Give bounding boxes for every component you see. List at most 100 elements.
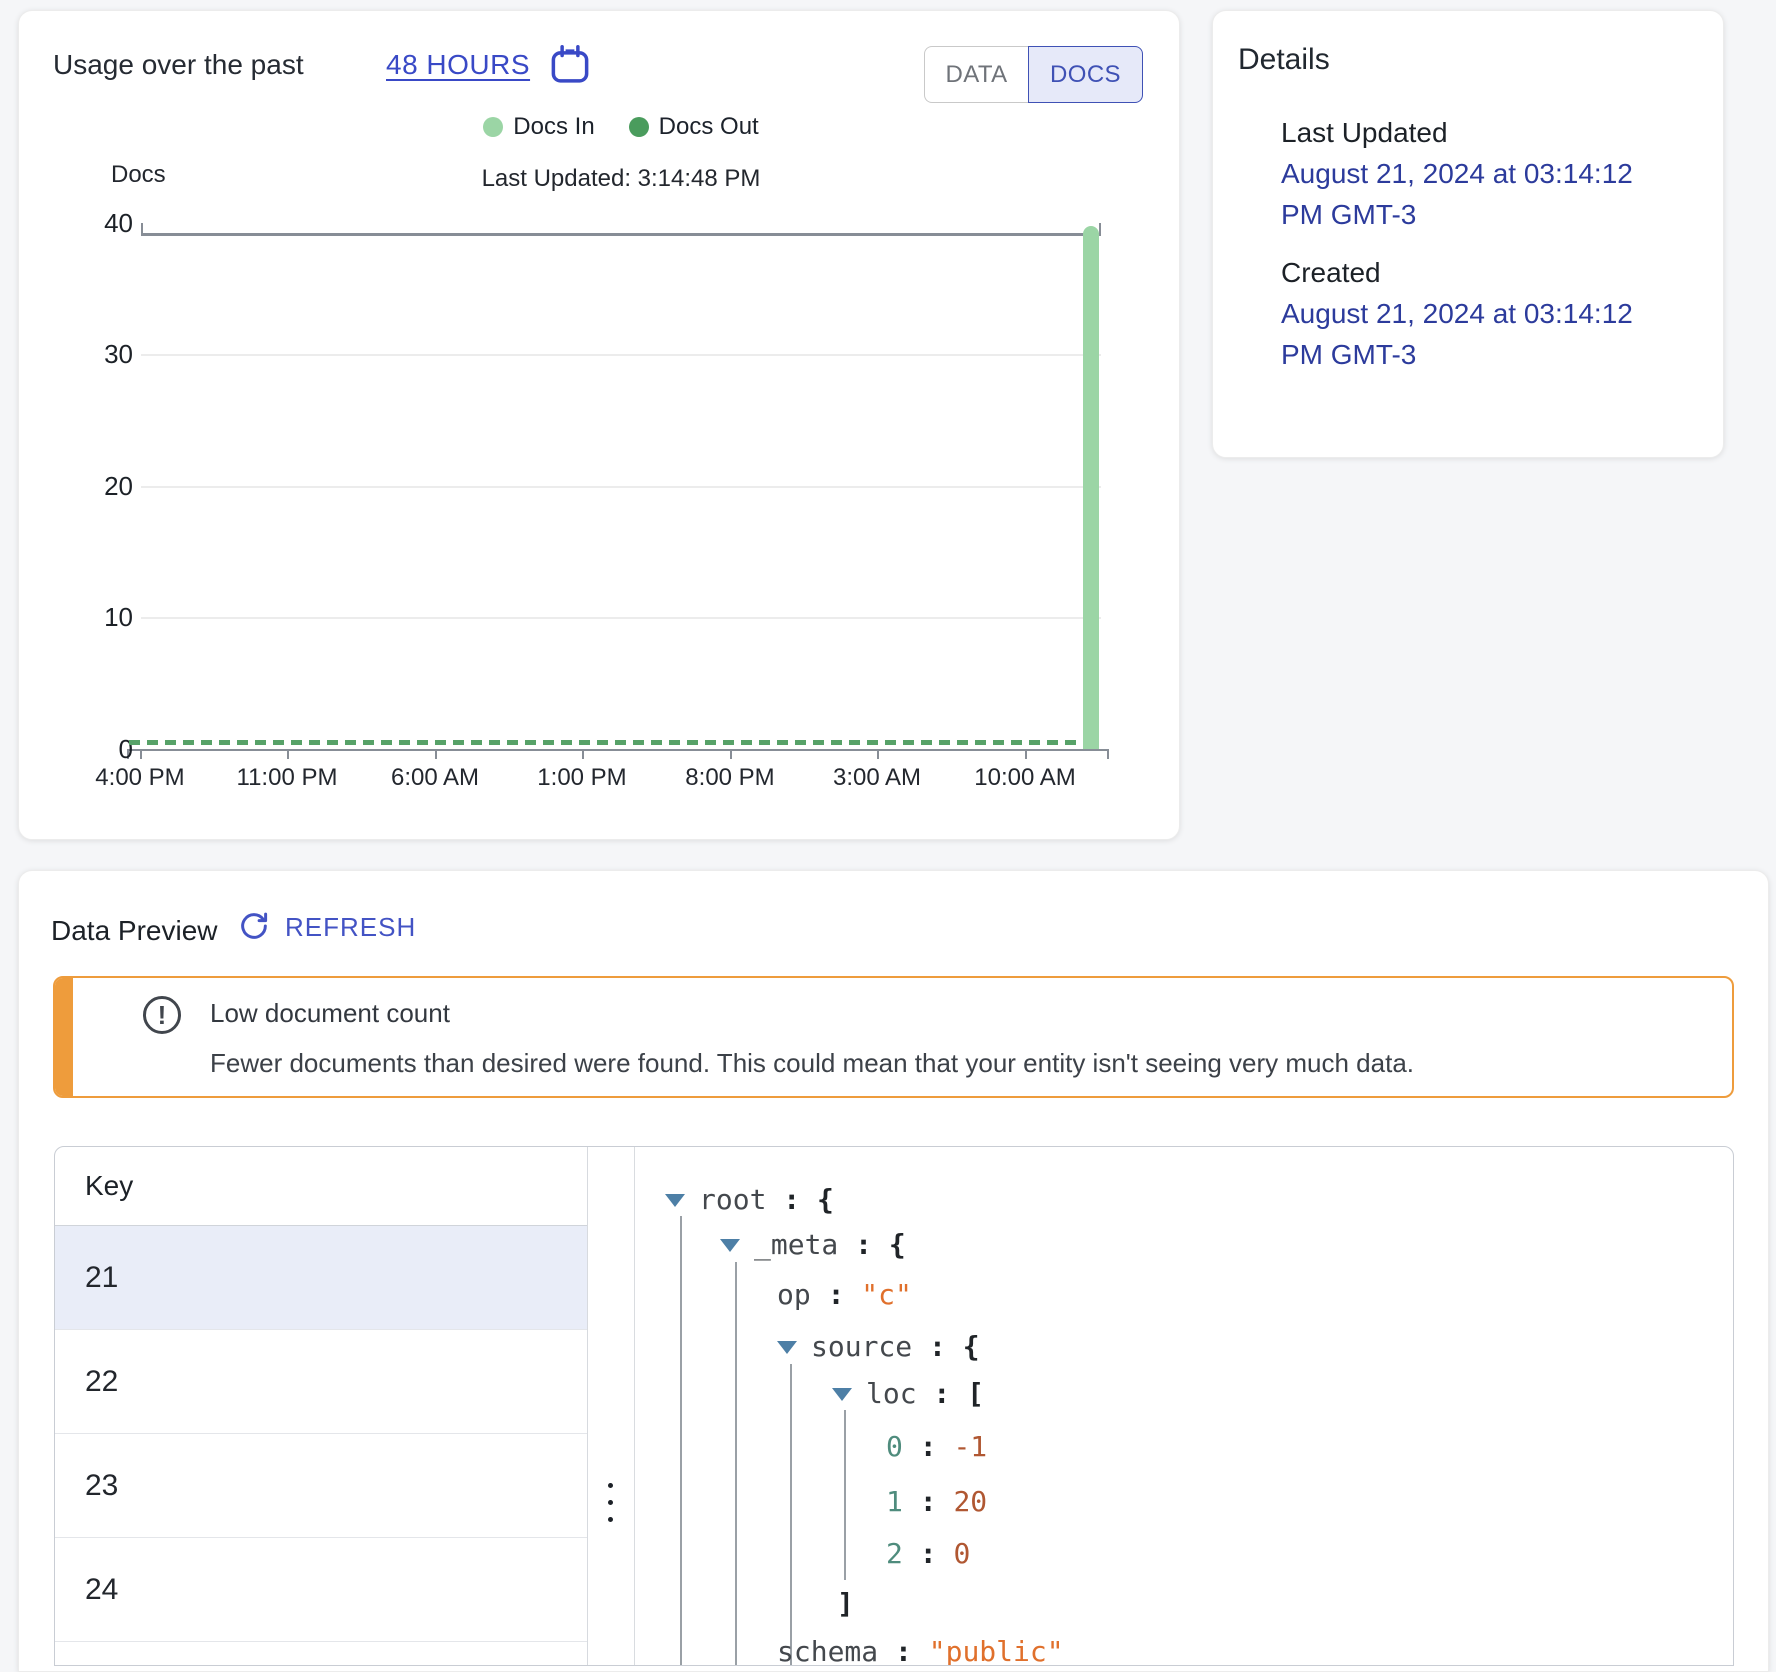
key-column: Key 21 22 23 24 [55,1147,588,1665]
y-axis-tick-label: 30 [67,337,133,371]
refresh-label: REFRESH [285,912,416,943]
key-column-header: Key [55,1147,587,1226]
json-tree-line: loc : [ [832,1377,984,1411]
docs-out-series-line [129,740,1091,745]
key-row[interactable]: 21 [55,1226,587,1330]
x-axis-tick-label: 8:00 PM [655,763,805,793]
json-tree-line: source : { [777,1330,980,1364]
docs-in-spike-bar [1083,226,1099,749]
details-title: Details [1238,43,1330,77]
json-number-value: 20 [953,1485,987,1518]
key-row[interactable]: 24 [55,1538,587,1642]
detail-value-last-updated: August 21, 2024 at 03:14:12 PM GMT-3 [1281,153,1681,235]
json-key: root [699,1183,766,1216]
x-axis-tick [287,749,289,759]
json-array-index: 0 [886,1430,903,1463]
gridline-40 [141,233,1101,236]
json-array-index: 1 [886,1485,903,1518]
x-axis-tick [730,749,732,759]
json-tree-line: ] [837,1587,854,1621]
x-axis-tick-label: 4:00 PM [65,763,215,793]
y-axis-tick-label: 20 [67,469,133,503]
json-key: _meta [754,1228,838,1261]
json-punct: : [903,1485,954,1518]
json-punct: : [903,1430,954,1463]
collapse-arrow-icon[interactable] [777,1341,797,1354]
drag-handle-dot-icon [608,1483,613,1488]
range-link[interactable]: 48 HOURS [386,49,530,81]
detail-value-created: August 21, 2024 at 03:14:12 PM GMT-3 [1281,293,1681,375]
legend-item-docs-in[interactable]: Docs In [483,113,594,141]
json-array-index: 2 [886,1537,903,1570]
usage-title: Usage over the past [53,49,304,81]
x-axis-tick-label: 1:00 PM [507,763,657,793]
warning-message: Fewer documents than desired were found.… [210,1048,1414,1079]
toggle-docs-button[interactable]: DOCS [1028,46,1143,103]
x-axis-tick [435,749,437,759]
json-tree-line: schema : "public" [777,1635,1064,1666]
gridline-20 [141,486,1101,488]
json-punct: : [903,1537,954,1570]
y-axis-tick-label: 10 [67,600,133,634]
json-punct: : [766,1183,817,1216]
y-axis-tick-label: 0 [67,732,133,766]
chart-last-updated: Last Updated: 3:14:48 PM [141,165,1101,193]
json-tree-line: 0 : -1 [886,1430,987,1464]
json-tree-line: root : { [665,1183,834,1217]
collapse-arrow-icon[interactable] [720,1239,740,1252]
json-punct: : [912,1330,963,1363]
json-number-value: 0 [953,1537,970,1570]
legend-item-docs-out[interactable]: Docs Out [629,113,759,141]
tree-guide-line [680,1216,682,1666]
refresh-button[interactable]: REFRESH [237,909,416,946]
calendar-icon[interactable] [549,43,591,94]
x-axis-tick-label: 11:00 PM [212,763,362,793]
warning-title: Low document count [210,998,450,1029]
docs-out-dot-icon [629,117,649,137]
gridline-40-right-tick [1099,223,1101,233]
legend-label: Docs In [513,113,594,141]
docs-in-dot-icon [483,117,503,137]
low-document-count-warning: ! Low document count Fewer documents tha… [53,976,1734,1098]
json-tree-line: _meta : { [720,1228,906,1262]
y-axis-tick-label: 40 [67,206,133,240]
json-brace: [ [967,1377,984,1410]
json-tree-line: op : "c" [777,1278,912,1312]
tree-guide-line [735,1262,737,1666]
toggle-data-button[interactable]: DATA [924,46,1028,103]
json-key: schema [777,1635,878,1666]
refresh-icon [237,909,271,946]
json-punct: : [878,1635,929,1666]
collapse-arrow-icon[interactable] [665,1194,685,1207]
key-row[interactable]: 23 [55,1434,587,1538]
json-punct: : [811,1278,862,1311]
json-brace: ] [837,1587,854,1620]
tree-guide-line [790,1364,792,1666]
key-row[interactable]: 22 [55,1330,587,1434]
panel-resize-handle[interactable] [587,1147,635,1665]
document-preview-panel: Key 21 22 23 24 root : { _meta : { op : … [54,1146,1734,1666]
x-axis-tick-label: 10:00 AM [950,763,1100,793]
usage-card: Usage over the past 48 HOURS DATA DOCS D… [18,10,1180,840]
json-brace: { [889,1228,906,1261]
tree-guide-line [844,1410,846,1580]
collapse-arrow-icon[interactable] [832,1388,852,1401]
data-preview-card: Data Preview REFRESH ! Low document coun… [18,870,1769,1672]
json-key: op [777,1278,811,1311]
json-punct: : [838,1228,889,1261]
json-key: loc [866,1377,917,1410]
detail-label-created: Created [1281,257,1691,289]
json-brace: { [963,1330,980,1363]
json-string-value: "public" [929,1635,1064,1666]
drag-handle-dot-icon [608,1500,613,1505]
x-axis-tick [877,749,879,759]
x-axis-tick-label: 6:00 AM [360,763,510,793]
x-axis-tick-label: 3:00 AM [802,763,952,793]
json-brace: { [817,1183,834,1216]
drag-handle-dot-icon [608,1517,613,1522]
json-tree-line: 1 : 20 [886,1485,987,1519]
detail-label-last-updated: Last Updated [1281,117,1691,149]
json-punct: : [917,1377,968,1410]
json-string-value: "c" [861,1278,912,1311]
x-axis-tick [1025,749,1027,759]
